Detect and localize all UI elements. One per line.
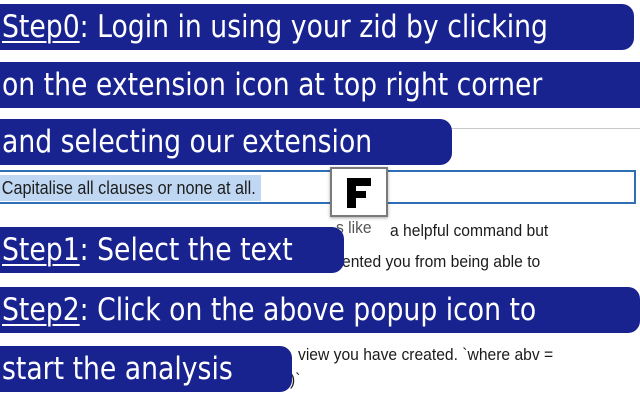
step1-callout: Step1: Select the text — [0, 227, 344, 273]
tutorial-screen: Capitalise all clauses or none at all. s… — [0, 0, 640, 400]
step0-text-line1: Login in using your zid by clicking — [88, 9, 548, 45]
step2-text-line1: Click on the above popup icon to — [88, 292, 537, 328]
extension-popup-icon — [347, 178, 371, 208]
step1-label: Step1 — [2, 232, 80, 268]
extension-popup-button[interactable] — [330, 167, 388, 217]
step1-separator: : — [79, 232, 89, 268]
document-text-fragment-3: view you have created. `where abv = — [298, 345, 554, 364]
step2-separator: : — [79, 292, 89, 328]
step0-separator: : — [79, 9, 89, 45]
selected-text-row[interactable]: Capitalise all clauses or none at all. — [0, 170, 636, 204]
document-rule — [452, 128, 640, 129]
step2-callout-line1: Step2: Click on the above popup icon to — [0, 287, 640, 333]
selected-clause-text[interactable]: Capitalise all clauses or none at all. — [0, 175, 262, 201]
step0-text-line2: on the extension icon at top right corne… — [2, 67, 543, 103]
step0-callout-line2: on the extension icon at top right corne… — [0, 62, 640, 108]
step2-label: Step2 — [2, 292, 80, 328]
step2-text-line2: start the analysis — [2, 351, 233, 387]
step0-text-line3: and selecting our extension — [2, 124, 373, 160]
document-text-fragment-2: ented you from being able to — [342, 252, 541, 271]
step0-label: Step0 — [2, 9, 80, 45]
document-text-fragment-1: a helpful command but — [390, 221, 549, 240]
step2-callout-line2: start the analysis — [0, 346, 292, 392]
step1-text: Select the text — [88, 232, 293, 268]
step0-callout-line1: Step0: Login in using your zid by clicki… — [0, 4, 634, 50]
step0-callout-line3: and selecting our extension — [0, 119, 452, 165]
